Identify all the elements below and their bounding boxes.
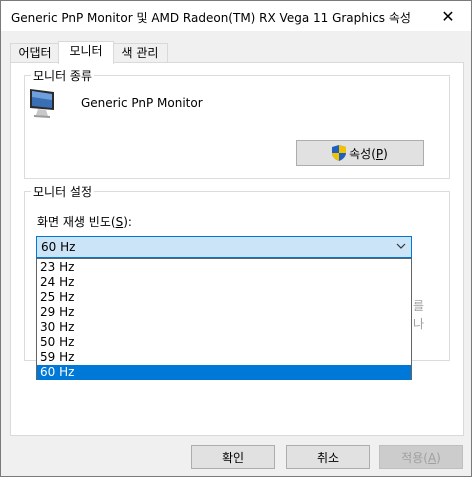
uac-shield-icon bbox=[332, 145, 347, 161]
obscured-text: 를 bbox=[413, 299, 425, 313]
monitor-properties-button[interactable]: 속성(P) bbox=[296, 140, 424, 166]
monitor-icon bbox=[30, 89, 54, 118]
refresh-rate-select[interactable]: 60 Hz bbox=[36, 236, 412, 258]
title-bar[interactable]: Generic PnP Monitor 및 AMD Radeon(TM) RX … bbox=[1, 1, 471, 31]
tab-label: 색 관리 bbox=[121, 46, 159, 60]
ok-button[interactable]: 확인 bbox=[191, 445, 275, 469]
tab-label: 어댑터 bbox=[18, 46, 52, 60]
tab-adapter[interactable]: 어댑터 bbox=[10, 43, 60, 63]
dropdown-option[interactable]: 59 Hz bbox=[37, 350, 411, 365]
close-button[interactable]: ✕ bbox=[425, 1, 471, 31]
monitor-name: Generic PnP Monitor bbox=[81, 96, 203, 110]
apply-button-label: 적용(A) bbox=[401, 450, 441, 465]
dropdown-option[interactable]: 25 Hz bbox=[37, 290, 411, 305]
cancel-button-label: 취소 bbox=[316, 450, 340, 465]
properties-button-label: 속성(P) bbox=[349, 146, 388, 161]
tab-color-management[interactable]: 색 관리 bbox=[112, 43, 168, 63]
dropdown-option[interactable]: 50 Hz bbox=[37, 335, 411, 350]
refresh-rate-value: 60 Hz bbox=[41, 240, 76, 254]
cancel-button[interactable]: 취소 bbox=[286, 445, 370, 469]
dropdown-option[interactable]: 24 Hz bbox=[37, 275, 411, 290]
dropdown-option[interactable]: 30 Hz bbox=[37, 320, 411, 335]
tab-label: 모니터 bbox=[69, 44, 103, 58]
tab-monitor[interactable]: 모니터 bbox=[58, 41, 114, 64]
monitor-type-group-label: 모니터 종류 bbox=[31, 67, 95, 84]
dropdown-option[interactable]: 23 Hz bbox=[37, 260, 411, 275]
dropdown-option[interactable]: 29 Hz bbox=[37, 305, 411, 320]
properties-window: Generic PnP Monitor 및 AMD Radeon(TM) RX … bbox=[0, 0, 472, 477]
close-icon: ✕ bbox=[441, 6, 455, 26]
refresh-rate-label: 화면 재생 빈도(S): bbox=[37, 215, 132, 229]
apply-button[interactable]: 적용(A) bbox=[379, 445, 463, 469]
monitor-settings-group-label: 모니터 설정 bbox=[31, 183, 95, 200]
chevron-down-icon bbox=[396, 243, 406, 249]
window-title: Generic PnP Monitor 및 AMD Radeon(TM) RX … bbox=[11, 11, 411, 25]
ok-button-label: 확인 bbox=[221, 450, 245, 465]
obscured-text: 나 bbox=[413, 317, 425, 331]
refresh-rate-dropdown-list: 23 Hz 24 Hz 25 Hz 29 Hz 30 Hz 50 Hz 59 H… bbox=[36, 258, 412, 380]
dropdown-option-selected[interactable]: 60 Hz bbox=[37, 365, 411, 380]
